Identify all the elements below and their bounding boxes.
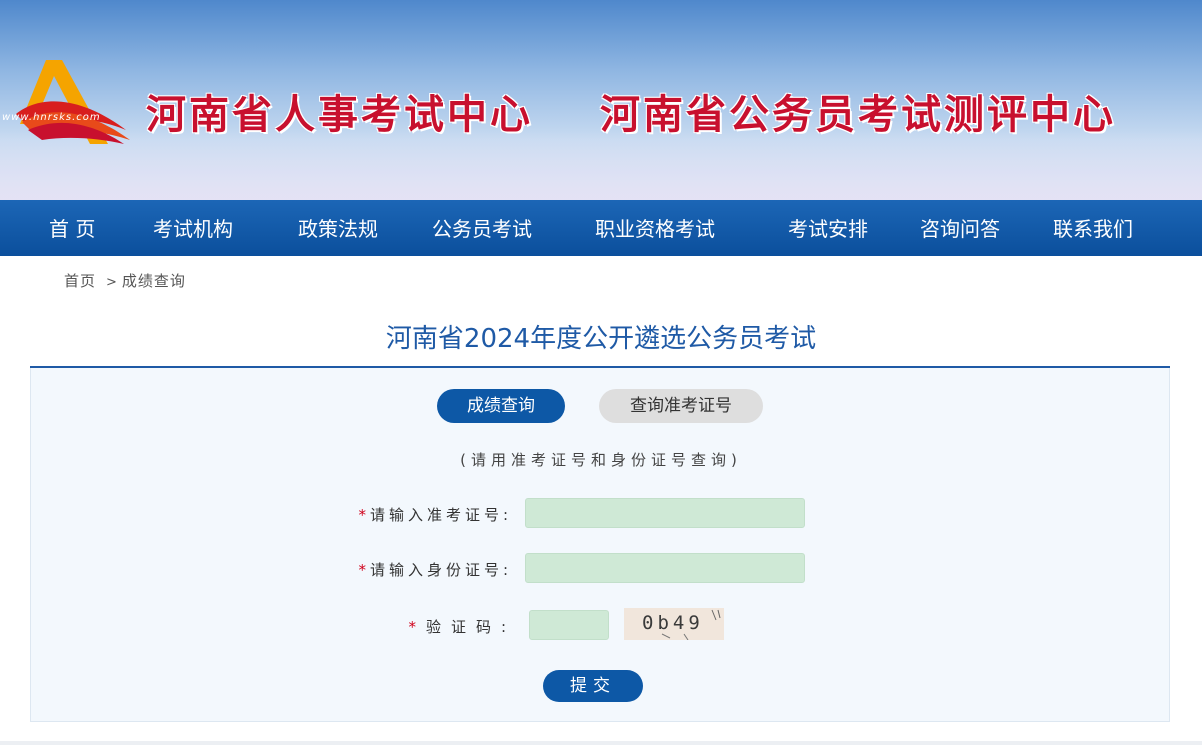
nav-item-civil-service-exam[interactable]: 公务员考试 — [432, 200, 532, 256]
nav-item-professional-exam[interactable]: 职业资格考试 — [595, 200, 715, 256]
nav-item-faq[interactable]: 咨询问答 — [920, 200, 1000, 256]
page-title: 河南省2024年度公开遴选公务员考试 — [385, 324, 817, 354]
footer-divider — [0, 741, 1202, 745]
form-hint: (请用准考证号和身份证号查询) — [460, 451, 742, 469]
id-number-input[interactable] — [525, 553, 805, 583]
exam-number-label: *请输入准考证号: — [358, 506, 512, 524]
breadcrumb-current: 成绩查询 — [121, 272, 186, 290]
main-nav: 首 页 考试机构 政策法规 公务员考试 职业资格考试 考试安排 咨询问答 联系我… — [0, 200, 1202, 256]
required-mark: * — [358, 506, 370, 524]
site-title-civil-service-center: 河南省公务员考试测评中心 — [600, 92, 1116, 138]
required-mark: * — [358, 561, 370, 579]
captcha-text: 0b49 — [642, 612, 704, 634]
tab-score-query[interactable]: 成绩查询 — [437, 389, 565, 423]
nav-item-exam-institution[interactable]: 考试机构 — [153, 200, 233, 256]
required-mark: * — [408, 618, 426, 636]
breadcrumb-home-link[interactable]: 首页 — [64, 272, 96, 290]
nav-item-policy[interactable]: 政策法规 — [298, 200, 378, 256]
banner-glow — [0, 130, 1202, 200]
header-banner: www.hnrsks.com 河南省人事考试中心 河南省公务员考试测评中心 — [0, 0, 1202, 200]
nav-item-contact[interactable]: 联系我们 — [1053, 200, 1133, 256]
captcha-label: *验证码: — [408, 618, 516, 636]
id-number-label: *请输入身份证号: — [358, 561, 512, 579]
tab-exam-number-query[interactable]: 查询准考证号 — [599, 389, 763, 423]
exam-number-input[interactable] — [525, 498, 805, 528]
logo-url-text: www.hnrsks.com — [2, 112, 101, 123]
nav-item-exam-schedule[interactable]: 考试安排 — [788, 200, 868, 256]
breadcrumb-separator: > — [106, 275, 118, 290]
site-title-exam-center: 河南省人事考试中心 — [146, 92, 533, 138]
captcha-image[interactable]: 0b49 — [624, 608, 724, 640]
captcha-input[interactable] — [529, 610, 609, 640]
breadcrumb: 首页 > 成绩查询 — [64, 270, 186, 291]
submit-button[interactable]: 提交 — [543, 670, 643, 702]
nav-item-home[interactable]: 首 页 — [49, 200, 95, 256]
site-logo-icon[interactable] — [8, 52, 138, 148]
query-panel — [30, 368, 1170, 722]
